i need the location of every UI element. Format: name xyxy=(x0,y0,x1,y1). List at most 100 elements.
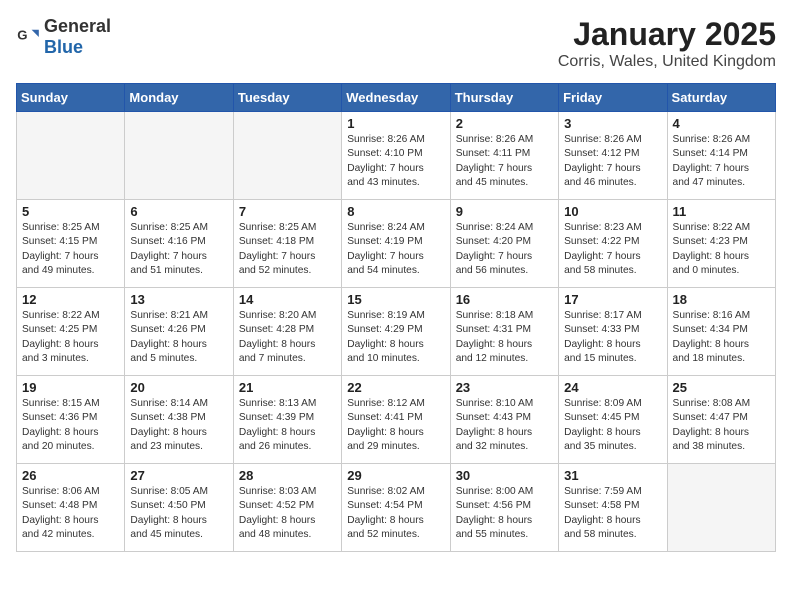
calendar-cell: 10 Sunrise: 8:23 AM Sunset: 4:22 PM Dayli… xyxy=(559,200,667,288)
day-number: 31 xyxy=(564,468,661,483)
day-header: Saturday xyxy=(667,84,775,112)
cell-info: Sunrise: 8:25 AM Sunset: 4:15 PM Dayligh… xyxy=(22,221,119,278)
logo-general: General xyxy=(44,16,111,36)
calendar-header-row: SundayMondayTuesdayWednesdayThursdayFrid… xyxy=(17,84,776,112)
calendar-week-row: 1 Sunrise: 8:26 AM Sunset: 4:10 PM Daylig… xyxy=(17,112,776,200)
cell-info: Sunrise: 8:26 AM Sunset: 4:10 PM Dayligh… xyxy=(347,133,444,190)
calendar-cell: 17 Sunrise: 8:17 AM Sunset: 4:33 PM Dayli… xyxy=(559,288,667,376)
day-number: 24 xyxy=(564,380,661,395)
day-header: Tuesday xyxy=(233,84,341,112)
day-number: 23 xyxy=(456,380,553,395)
calendar-cell: 3Sunrise: 8:26 AM Sunset: 4:12 PM Daylig… xyxy=(559,112,667,200)
day-number: 25 xyxy=(673,380,770,395)
day-number: 20 xyxy=(130,380,227,395)
cell-info: Sunrise: 8:19 AM Sunset: 4:29 PM Dayligh… xyxy=(347,309,444,366)
day-number: 13 xyxy=(130,292,227,307)
cell-info: Sunrise: 8:25 AM Sunset: 4:18 PM Dayligh… xyxy=(239,221,336,278)
calendar-week-row: 26 Sunrise: 8:06 AM Sunset: 4:48 PM Dayli… xyxy=(17,464,776,552)
title-area: January 2025 Corris, Wales, United Kingd… xyxy=(558,16,776,71)
day-number: 19 xyxy=(22,380,119,395)
calendar-cell: 13 Sunrise: 8:21 AM Sunset: 4:26 PM Dayli… xyxy=(125,288,233,376)
cell-info: Sunrise: 8:02 AM Sunset: 4:54 PM Dayligh… xyxy=(347,485,444,542)
cell-info: Sunrise: 8:12 AM Sunset: 4:41 PM Dayligh… xyxy=(347,397,444,454)
cell-info: Sunrise: 8:22 AM Sunset: 4:23 PM Dayligh… xyxy=(673,221,770,278)
calendar-cell xyxy=(667,464,775,552)
calendar-cell: 26 Sunrise: 8:06 AM Sunset: 4:48 PM Dayli… xyxy=(17,464,125,552)
calendar-cell: 2 Sunrise: 8:26 AM Sunset: 4:11 PM Daylig… xyxy=(450,112,558,200)
day-number: 2 xyxy=(456,116,553,131)
day-number: 3 xyxy=(564,116,661,131)
calendar-cell: 5 Sunrise: 8:25 AM Sunset: 4:15 PM Daylig… xyxy=(17,200,125,288)
svg-text:G: G xyxy=(17,27,27,42)
day-number: 6 xyxy=(130,204,227,219)
day-number: 9 xyxy=(456,204,553,219)
day-header: Wednesday xyxy=(342,84,450,112)
logo-blue: Blue xyxy=(44,37,83,57)
day-header: Sunday xyxy=(17,84,125,112)
day-header: Thursday xyxy=(450,84,558,112)
calendar-cell: 11Sunrise: 8:22 AM Sunset: 4:23 PM Dayli… xyxy=(667,200,775,288)
day-number: 5 xyxy=(22,204,119,219)
calendar-cell: 24 Sunrise: 8:09 AM Sunset: 4:45 PM Dayli… xyxy=(559,376,667,464)
day-number: 21 xyxy=(239,380,336,395)
day-number: 10 xyxy=(564,204,661,219)
calendar-cell: 7 Sunrise: 8:25 AM Sunset: 4:18 PM Daylig… xyxy=(233,200,341,288)
cell-info: Sunrise: 8:05 AM Sunset: 4:50 PM Dayligh… xyxy=(130,485,227,542)
day-number: 16 xyxy=(456,292,553,307)
calendar-cell: 4Sunrise: 8:26 AM Sunset: 4:14 PM Daylig… xyxy=(667,112,775,200)
day-number: 14 xyxy=(239,292,336,307)
day-number: 8 xyxy=(347,204,444,219)
cell-info: Sunrise: 8:14 AM Sunset: 4:38 PM Dayligh… xyxy=(130,397,227,454)
cell-info: Sunrise: 8:21 AM Sunset: 4:26 PM Dayligh… xyxy=(130,309,227,366)
logo-icon: G xyxy=(16,25,40,49)
day-number: 12 xyxy=(22,292,119,307)
calendar-cell: 12Sunrise: 8:22 AM Sunset: 4:25 PM Dayli… xyxy=(17,288,125,376)
calendar-cell: 1 Sunrise: 8:26 AM Sunset: 4:10 PM Daylig… xyxy=(342,112,450,200)
day-number: 26 xyxy=(22,468,119,483)
cell-info: Sunrise: 8:09 AM Sunset: 4:45 PM Dayligh… xyxy=(564,397,661,454)
calendar-cell: 19 Sunrise: 8:15 AM Sunset: 4:36 PM Dayli… xyxy=(17,376,125,464)
day-number: 15 xyxy=(347,292,444,307)
day-number: 30 xyxy=(456,468,553,483)
calendar-cell: 18Sunrise: 8:16 AM Sunset: 4:34 PM Dayli… xyxy=(667,288,775,376)
calendar-cell xyxy=(233,112,341,200)
day-number: 17 xyxy=(564,292,661,307)
day-header: Friday xyxy=(559,84,667,112)
cell-info: Sunrise: 7:59 AM Sunset: 4:58 PM Dayligh… xyxy=(564,485,661,542)
day-number: 22 xyxy=(347,380,444,395)
cell-info: Sunrise: 8:13 AM Sunset: 4:39 PM Dayligh… xyxy=(239,397,336,454)
cell-info: Sunrise: 8:23 AM Sunset: 4:22 PM Dayligh… xyxy=(564,221,661,278)
cell-info: Sunrise: 8:10 AM Sunset: 4:43 PM Dayligh… xyxy=(456,397,553,454)
calendar-cell: 14Sunrise: 8:20 AM Sunset: 4:28 PM Dayli… xyxy=(233,288,341,376)
cell-info: Sunrise: 8:24 AM Sunset: 4:20 PM Dayligh… xyxy=(456,221,553,278)
cell-info: Sunrise: 8:26 AM Sunset: 4:11 PM Dayligh… xyxy=(456,133,553,190)
page-header: G General Blue January 2025 Corris, Wale… xyxy=(16,16,776,71)
calendar-cell: 6 Sunrise: 8:25 AM Sunset: 4:16 PM Daylig… xyxy=(125,200,233,288)
calendar-cell xyxy=(17,112,125,200)
calendar-cell: 20 Sunrise: 8:14 AM Sunset: 4:38 PM Dayli… xyxy=(125,376,233,464)
calendar-week-row: 12Sunrise: 8:22 AM Sunset: 4:25 PM Dayli… xyxy=(17,288,776,376)
calendar-cell: 30 Sunrise: 8:00 AM Sunset: 4:56 PM Dayli… xyxy=(450,464,558,552)
calendar-cell: 29Sunrise: 8:02 AM Sunset: 4:54 PM Dayli… xyxy=(342,464,450,552)
calendar-cell: 21 Sunrise: 8:13 AM Sunset: 4:39 PM Dayli… xyxy=(233,376,341,464)
calendar-cell: 16 Sunrise: 8:18 AM Sunset: 4:31 PM Dayli… xyxy=(450,288,558,376)
cell-info: Sunrise: 8:15 AM Sunset: 4:36 PM Dayligh… xyxy=(22,397,119,454)
day-number: 28 xyxy=(239,468,336,483)
day-number: 1 xyxy=(347,116,444,131)
calendar-cell: 9 Sunrise: 8:24 AM Sunset: 4:20 PM Daylig… xyxy=(450,200,558,288)
cell-info: Sunrise: 8:25 AM Sunset: 4:16 PM Dayligh… xyxy=(130,221,227,278)
cell-info: Sunrise: 8:17 AM Sunset: 4:33 PM Dayligh… xyxy=(564,309,661,366)
cell-info: Sunrise: 8:18 AM Sunset: 4:31 PM Dayligh… xyxy=(456,309,553,366)
calendar-table: SundayMondayTuesdayWednesdayThursdayFrid… xyxy=(16,83,776,552)
cell-info: Sunrise: 8:03 AM Sunset: 4:52 PM Dayligh… xyxy=(239,485,336,542)
calendar-cell: 23 Sunrise: 8:10 AM Sunset: 4:43 PM Dayli… xyxy=(450,376,558,464)
cell-info: Sunrise: 8:06 AM Sunset: 4:48 PM Dayligh… xyxy=(22,485,119,542)
cell-info: Sunrise: 8:08 AM Sunset: 4:47 PM Dayligh… xyxy=(673,397,770,454)
calendar-cell: 22 Sunrise: 8:12 AM Sunset: 4:41 PM Dayli… xyxy=(342,376,450,464)
day-number: 7 xyxy=(239,204,336,219)
calendar-subtitle: Corris, Wales, United Kingdom xyxy=(558,53,776,71)
calendar-cell: 28 Sunrise: 8:03 AM Sunset: 4:52 PM Dayli… xyxy=(233,464,341,552)
cell-info: Sunrise: 8:00 AM Sunset: 4:56 PM Dayligh… xyxy=(456,485,553,542)
calendar-cell: 15 Sunrise: 8:19 AM Sunset: 4:29 PM Dayli… xyxy=(342,288,450,376)
cell-info: Sunrise: 8:24 AM Sunset: 4:19 PM Dayligh… xyxy=(347,221,444,278)
